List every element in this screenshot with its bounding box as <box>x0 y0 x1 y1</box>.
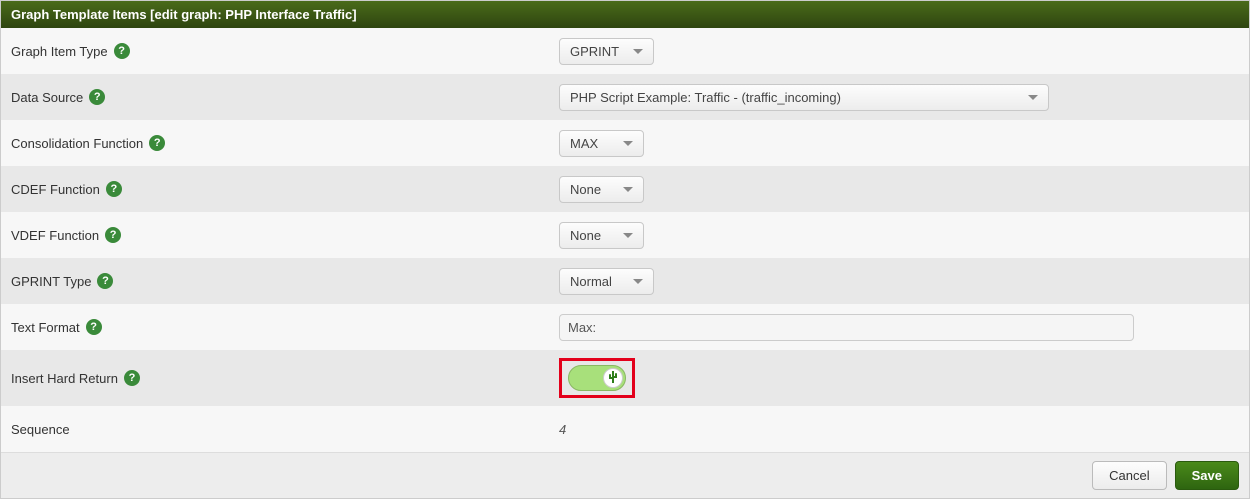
row-sequence: Sequence 4 <box>1 406 1249 452</box>
label-text: Graph Item Type <box>11 44 108 59</box>
row-graph-item-type: Graph Item Type ? GPRINT <box>1 28 1249 74</box>
select-value: None <box>570 182 601 197</box>
label-text: Insert Hard Return <box>11 371 118 386</box>
panel-title: Graph Template Items [edit graph: PHP In… <box>11 7 357 22</box>
row-vdef: VDEF Function ? None <box>1 212 1249 258</box>
row-gprint-type: GPRINT Type ? Normal <box>1 258 1249 304</box>
input-text-format[interactable] <box>559 314 1134 341</box>
select-value: GPRINT <box>570 44 619 59</box>
help-icon[interactable]: ? <box>106 181 122 197</box>
chevron-down-icon <box>633 49 643 54</box>
help-icon[interactable]: ? <box>97 273 113 289</box>
label-text: Sequence <box>11 422 70 437</box>
label-text: Data Source <box>11 90 83 105</box>
highlight-box <box>559 358 635 398</box>
select-cdef[interactable]: None <box>559 176 644 203</box>
select-value: PHP Script Example: Traffic - (traffic_i… <box>570 90 841 105</box>
select-graph-item-type[interactable]: GPRINT <box>559 38 654 65</box>
chevron-down-icon <box>623 141 633 146</box>
label-text: Consolidation Function <box>11 136 143 151</box>
select-value: MAX <box>570 136 598 151</box>
row-cdef: CDEF Function ? None <box>1 166 1249 212</box>
select-value: Normal <box>570 274 612 289</box>
label-vdef: VDEF Function ? <box>11 227 559 243</box>
toggle-hard-return[interactable] <box>568 365 626 391</box>
chevron-down-icon <box>633 279 643 284</box>
label-text-format: Text Format ? <box>11 319 559 335</box>
help-icon[interactable]: ? <box>124 370 140 386</box>
select-vdef[interactable]: None <box>559 222 644 249</box>
label-graph-item-type: Graph Item Type ? <box>11 43 559 59</box>
select-consolidation[interactable]: MAX <box>559 130 644 157</box>
label-cdef: CDEF Function ? <box>11 181 559 197</box>
chevron-down-icon <box>1028 95 1038 100</box>
select-value: None <box>570 228 601 243</box>
save-button[interactable]: Save <box>1175 461 1239 490</box>
help-icon[interactable]: ? <box>105 227 121 243</box>
label-text: VDEF Function <box>11 228 99 243</box>
row-consolidation: Consolidation Function ? MAX <box>1 120 1249 166</box>
row-data-source: Data Source ? PHP Script Example: Traffi… <box>1 74 1249 120</box>
row-hard-return: Insert Hard Return ? <box>1 350 1249 406</box>
form-panel: Graph Template Items [edit graph: PHP In… <box>0 0 1250 499</box>
sequence-value: 4 <box>559 422 566 437</box>
footer: Cancel Save <box>1 452 1249 498</box>
cancel-button[interactable]: Cancel <box>1092 461 1166 490</box>
help-icon[interactable]: ? <box>86 319 102 335</box>
label-text: GPRINT Type <box>11 274 91 289</box>
label-gprint-type: GPRINT Type ? <box>11 273 559 289</box>
label-hard-return: Insert Hard Return ? <box>11 370 559 386</box>
chevron-down-icon <box>623 233 633 238</box>
select-data-source[interactable]: PHP Script Example: Traffic - (traffic_i… <box>559 84 1049 111</box>
toggle-knob <box>603 368 623 388</box>
label-text: CDEF Function <box>11 182 100 197</box>
row-text-format: Text Format ? <box>1 304 1249 350</box>
label-sequence: Sequence <box>11 422 559 437</box>
help-icon[interactable]: ? <box>114 43 130 59</box>
cactus-icon <box>608 371 618 385</box>
panel-header: Graph Template Items [edit graph: PHP In… <box>1 1 1249 28</box>
label-data-source: Data Source ? <box>11 89 559 105</box>
chevron-down-icon <box>623 187 633 192</box>
label-text: Text Format <box>11 320 80 335</box>
label-consolidation: Consolidation Function ? <box>11 135 559 151</box>
help-icon[interactable]: ? <box>89 89 105 105</box>
select-gprint-type[interactable]: Normal <box>559 268 654 295</box>
help-icon[interactable]: ? <box>149 135 165 151</box>
